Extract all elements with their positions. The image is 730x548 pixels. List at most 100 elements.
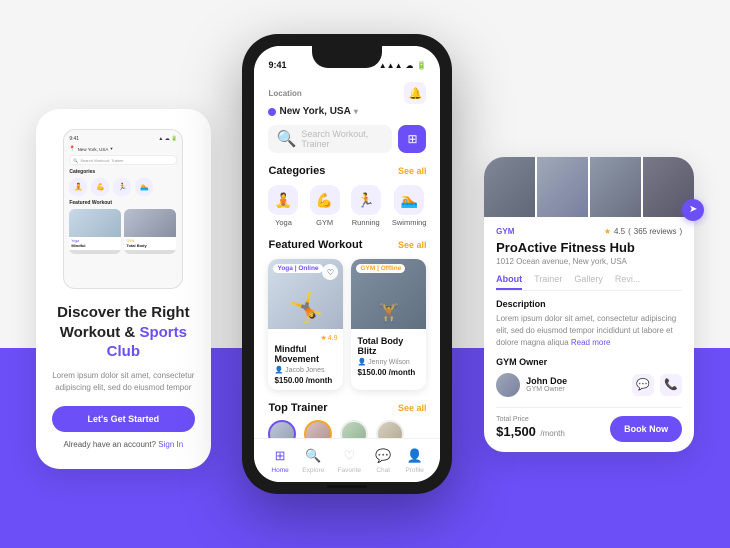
read-more-link[interactable]: Read more (571, 338, 611, 347)
mini-workout-2: GYM Total Body (124, 209, 176, 254)
phone-screen: 9:41 ▲▲▲ ☁ 🔋 Location 🔔 (254, 46, 440, 482)
mini-status-icons: ▲ ☁ 🔋 (158, 136, 177, 142)
home-icon: ⊞ (271, 447, 289, 465)
signin-row: Already have an account? Sign In (64, 440, 184, 449)
main-container: 9:41 ▲ ☁ 🔋 📍 New York, USA ▾ 🔍 Search Wo… (0, 0, 730, 548)
gym-tag-row: GYM ★ 4.5 ( 365 reviews ) (496, 227, 682, 236)
yoga-icon: 🧘 (268, 185, 298, 215)
gym-img-3 (590, 157, 641, 217)
gym-img-2 (537, 157, 588, 217)
price-value-row: $1,500 /month (496, 423, 565, 441)
mini-categories-label: Categories (69, 169, 177, 175)
tab-trainer[interactable]: Trainer (534, 274, 562, 290)
message-button[interactable]: 💬 (632, 374, 654, 396)
mini-cat-yoga: 🧘 (69, 178, 87, 196)
top-trainer-section: Top Trainer See all (268, 402, 426, 438)
phone-mini-preview: 9:41 ▲ ☁ 🔋 📍 New York, USA ▾ 🔍 Search Wo… (63, 129, 183, 289)
search-row: 🔍 Search Workout, Trainer ⊞ (268, 125, 426, 153)
headline: Discover the Right Workout & Sports Club (52, 303, 195, 362)
category-running[interactable]: 🏃 Running (351, 185, 381, 227)
workout-img-2: 🏋️ GYM | Offline (351, 259, 426, 329)
workout-price-2: $150.00 /month (357, 368, 420, 377)
phone-notch (312, 46, 382, 68)
nav-home[interactable]: ⊞ Home (271, 447, 289, 474)
workout-info-1: ★ 4.9 Mindful Movement 👤 Jacob Jones $15… (268, 329, 343, 390)
mini-cat-swim: 🏊 (135, 178, 153, 196)
heart-icon-1[interactable]: ♡ (322, 264, 338, 280)
nav-chat[interactable]: 💬 Chat (374, 447, 392, 474)
nav-favorite[interactable]: ♡ Favorite (338, 447, 361, 474)
search-box[interactable]: 🔍 Search Workout, Trainer (268, 125, 392, 153)
nav-explore[interactable]: 🔍 Explore (302, 447, 324, 474)
navigate-arrow[interactable]: ➤ (682, 199, 704, 221)
call-button[interactable]: 📞 (660, 374, 682, 396)
price-value: $1,500 (496, 424, 536, 439)
mini-search-bar: 🔍 Search Workout, Trainer (69, 155, 177, 165)
categories-row: 🧘 Yoga 💪 GYM 🏃 Running 🏊 Swimming (268, 185, 426, 227)
favorite-icon: ♡ (340, 447, 358, 465)
location-dot (268, 108, 276, 116)
right-card-body: GYM ★ 4.5 ( 365 reviews ) ProActive Fitn… (484, 217, 694, 452)
tab-gallery[interactable]: Gallery (574, 274, 603, 290)
category-swimming[interactable]: 🏊 Swimming (392, 185, 427, 227)
swimming-label: Swimming (392, 218, 427, 227)
book-now-button[interactable]: Book Now (610, 416, 682, 442)
featured-header: Featured Workout See all (268, 239, 426, 251)
featured-title: Featured Workout (268, 239, 362, 251)
description-body: Lorem ipsum dolor sit amet, consectetur … (496, 313, 682, 349)
tab-reviews[interactable]: Revi... (615, 274, 641, 290)
featured-see-all[interactable]: See all (398, 240, 427, 250)
price-section: Total Price $1,500 /month (496, 416, 565, 441)
filter-button[interactable]: ⊞ (398, 125, 426, 153)
tab-about[interactable]: About (496, 274, 522, 290)
get-started-button[interactable]: Let's Get Started (52, 406, 195, 432)
nav-profile[interactable]: 👤 Profile (405, 447, 423, 474)
owner-info: John Doe GYM Owner (496, 373, 567, 397)
trainer-avatar-2[interactable] (304, 420, 332, 438)
gym-img-1 (484, 157, 535, 217)
mini-featured-label: Featured Workout (69, 200, 177, 206)
workout-name-1: Mindful Movement (274, 344, 337, 364)
categories-see-all[interactable]: See all (398, 166, 427, 176)
mini-workout-1: Yoga Mindful (69, 209, 121, 254)
nav-favorite-label: Favorite (338, 467, 361, 474)
signin-link[interactable]: Sign In (158, 440, 183, 449)
owner-avatar (496, 373, 520, 397)
location-text: Location (268, 89, 301, 98)
mini-categories-row: 🧘 💪 🏃 🏊 (69, 178, 177, 196)
mini-location: 📍 New York, USA ▾ (69, 146, 177, 152)
yoga-label: Yoga (275, 218, 292, 227)
location-row: Location 🔔 (268, 82, 426, 104)
detail-tabs: About Trainer Gallery Revi... (496, 274, 682, 291)
phone-navbar: ⊞ Home 🔍 Explore ♡ Favorite 💬 Chat 👤 (254, 438, 440, 482)
category-yoga[interactable]: 🧘 Yoga (268, 185, 298, 227)
chat-icon: 💬 (374, 447, 392, 465)
workout-info-2: Total Body Blitz 👤 Jenny Wilson $150.00 … (351, 329, 426, 382)
gym-owner-title: GYM Owner (496, 357, 682, 367)
notification-icon[interactable]: 🔔 (404, 82, 426, 104)
gym-icon: 💪 (310, 185, 340, 215)
gym-rating: ★ 4.5 ( 365 reviews ) (604, 227, 682, 236)
workout-trainer-1: 👤 Jacob Jones (274, 366, 337, 374)
explore-icon: 🔍 (304, 447, 322, 465)
trainer-avatar-4[interactable] (376, 420, 404, 438)
workout-trainer-2: 👤 Jenny Wilson (357, 358, 420, 366)
workout-card-2[interactable]: 🏋️ GYM | Offline Total Body Blitz 👤 Jenn… (351, 259, 426, 390)
yoga-tag-pill: Yoga | Online (273, 264, 322, 273)
trainer-avatar-1[interactable] (268, 420, 296, 438)
trainer-see-all[interactable]: See all (398, 403, 427, 413)
wifi-icon: ☁ (406, 61, 414, 70)
left-card: 9:41 ▲ ☁ 🔋 📍 New York, USA ▾ 🔍 Search Wo… (36, 109, 211, 469)
gym-address: 1012 Ocean avenue, New york, USA (496, 257, 682, 266)
trainer-header: Top Trainer See all (268, 402, 426, 414)
nav-profile-label: Profile (405, 467, 423, 474)
trainer-avatar-3[interactable] (340, 420, 368, 438)
category-gym[interactable]: 💪 GYM (310, 185, 340, 227)
nav-explore-label: Explore (302, 467, 324, 474)
workout-card-1[interactable]: 🤸 ♡ Yoga | Online ★ 4.9 (268, 259, 343, 390)
location-value-row: New York, USA ▾ (268, 106, 426, 117)
rating-star: ★ (604, 227, 611, 236)
owner-name: John Doe (526, 376, 567, 386)
description-title: Description (496, 299, 682, 309)
location-value: New York, USA ▾ (268, 106, 357, 117)
